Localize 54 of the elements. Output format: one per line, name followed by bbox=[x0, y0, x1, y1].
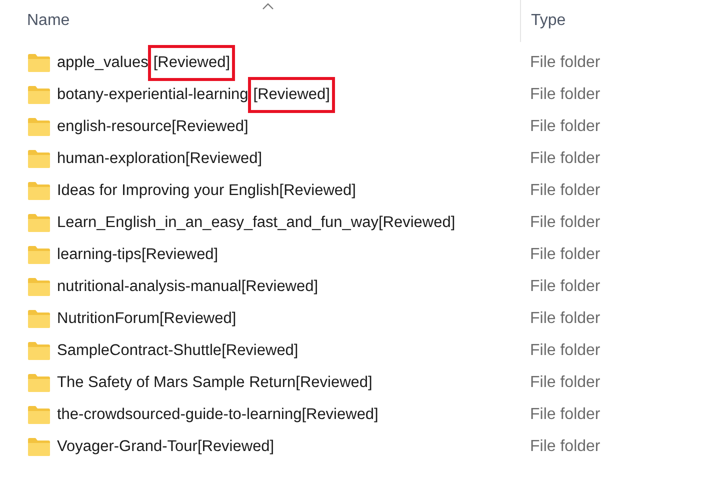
folder-name[interactable]: english-resource bbox=[57, 115, 172, 139]
review-tag: [Reviewed] bbox=[148, 51, 236, 75]
review-tag: [Reviewed] bbox=[160, 307, 236, 331]
folder-name[interactable]: human-exploration bbox=[57, 147, 186, 171]
type-text: File folder bbox=[530, 214, 600, 231]
type-text: File folder bbox=[530, 342, 600, 359]
folder-name[interactable]: Learn_English_in_an_easy_fast_and_fun_way bbox=[57, 211, 378, 235]
folder-icon bbox=[28, 150, 50, 168]
folder-icon bbox=[28, 182, 50, 200]
review-tag: [Reviewed] bbox=[185, 147, 262, 171]
column-header[interactable]: Name bbox=[27, 9, 70, 33]
folder-name[interactable]: apple_values bbox=[57, 51, 148, 75]
type-text: File folder bbox=[530, 406, 600, 423]
review-tag: [Reviewed] bbox=[378, 211, 456, 235]
folder-name[interactable]: nutritional-analysis-manual bbox=[57, 275, 242, 299]
folder-icon bbox=[28, 342, 50, 360]
folder-icon bbox=[28, 310, 50, 328]
folder-icon bbox=[28, 54, 50, 72]
folder-icon bbox=[28, 374, 50, 392]
review-tag: [Reviewed] bbox=[248, 83, 335, 107]
folder-name[interactable]: learning-tips bbox=[57, 243, 142, 267]
folder-icon bbox=[28, 438, 50, 456]
review-tag: [Reviewed] bbox=[172, 115, 248, 139]
review-tag: [Reviewed] bbox=[296, 371, 372, 395]
folder-icon bbox=[28, 118, 50, 136]
folder-icon bbox=[28, 246, 50, 264]
review-tag: [Reviewed] bbox=[222, 339, 298, 363]
folder-icon bbox=[28, 214, 50, 232]
type-text: File folder bbox=[530, 310, 600, 327]
folder-name[interactable]: Ideas for Improving your English bbox=[57, 179, 280, 203]
folder-icon bbox=[28, 86, 50, 104]
folder-name[interactable]: the-crowdsourced-guide-to-learning bbox=[57, 403, 302, 427]
review-tag: [Reviewed] bbox=[241, 275, 318, 299]
type-text: File folder bbox=[530, 278, 600, 295]
folder-icon bbox=[28, 278, 50, 296]
folder-name[interactable]: Voyager-Grand-Tour bbox=[57, 435, 198, 459]
folder-name[interactable]: The Safety of Mars Sample Return bbox=[57, 371, 296, 395]
type-text: File folder bbox=[530, 182, 600, 199]
folder-name[interactable]: SampleContract-Shuttle bbox=[57, 339, 222, 363]
type-text: File folder bbox=[530, 374, 600, 391]
type-text: File folder bbox=[530, 86, 600, 103]
review-tag: [Reviewed] bbox=[302, 403, 378, 427]
folder-name[interactable]: botany-experiential-learning bbox=[57, 83, 248, 107]
review-tag: [Reviewed] bbox=[197, 435, 274, 459]
type-text: File folder bbox=[530, 246, 600, 263]
review-tag: [Reviewed] bbox=[279, 179, 356, 203]
type-text: File folder bbox=[530, 54, 600, 71]
type-text: File folder bbox=[530, 150, 600, 167]
type-text: File folder bbox=[530, 118, 600, 135]
review-tag: [Reviewed] bbox=[141, 243, 218, 267]
column-header[interactable]: Type bbox=[531, 9, 566, 33]
type-text: File folder bbox=[530, 438, 600, 455]
folder-name[interactable]: NutritionForum bbox=[57, 307, 160, 331]
folder-icon bbox=[28, 406, 50, 424]
